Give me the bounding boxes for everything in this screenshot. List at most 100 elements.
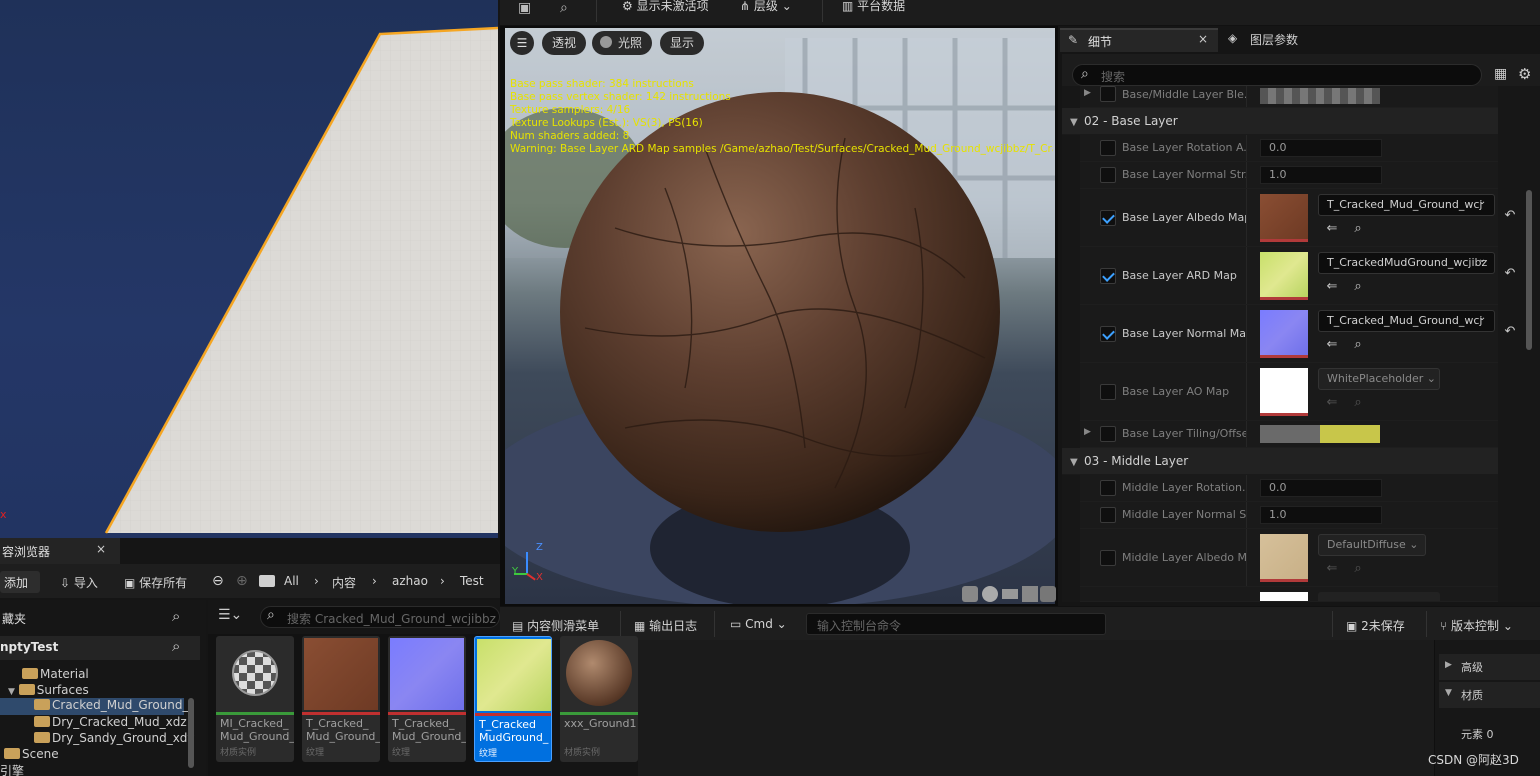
albedo-texture-dropdown[interactable]: T_Cracked_Mud_Ground_wcj	[1318, 194, 1495, 216]
browse-asset-icon[interactable]: ⌕	[1350, 279, 1366, 295]
tree-item-engine[interactable]: 引擎	[0, 762, 24, 776]
grid-view-icon[interactable]: ▦	[1494, 66, 1507, 82]
use-selected-icon[interactable]: ⇐	[1324, 221, 1340, 237]
filter-icon[interactable]: ☰⌄	[218, 607, 242, 623]
ard-texture-dropdown[interactable]: T_CrackedMudGround_wcjibz	[1318, 252, 1495, 274]
use-selected-icon[interactable]: ⇐	[1324, 395, 1340, 411]
browse-asset-icon[interactable]: ⌕	[1350, 337, 1366, 353]
tree-item-cracked-selected[interactable]: Cracked_Mud_Ground_	[0, 698, 189, 715]
base-normal-map-checkbox[interactable]	[1100, 326, 1116, 342]
back-button[interactable]: ⊖	[212, 573, 224, 589]
base-ao-checkbox[interactable]	[1100, 384, 1116, 400]
expand-arrow-icon[interactable]: ▶	[1084, 427, 1091, 437]
use-selected-icon[interactable]: ⇐	[1324, 337, 1340, 353]
details-search-input[interactable]: ⌕ 搜索	[1072, 64, 1482, 86]
layers-button[interactable]: ⋔ 层级 ⌄	[740, 0, 792, 14]
sphere-icon[interactable]	[982, 586, 998, 602]
gear-icon[interactable]: ⚙	[1518, 65, 1531, 83]
save-all-button[interactable]: ▣ 保存所有	[124, 574, 187, 591]
cylinder-icon[interactable]	[962, 586, 978, 602]
search-icon[interactable]: ⌕	[172, 637, 180, 655]
unsaved-button[interactable]: ▣ 2未保存	[1346, 617, 1405, 634]
show-button[interactable]: 显示	[660, 31, 705, 55]
next-dropdown[interactable]	[1318, 592, 1440, 601]
platform-data-button[interactable]: ▥ 平台数据	[842, 0, 905, 14]
middle-normal-strength-checkbox[interactable]	[1100, 507, 1116, 523]
cmd-dropdown[interactable]: ▭ Cmd ⌄	[730, 617, 787, 631]
breadcrumb-azhao[interactable]: azhao	[392, 574, 428, 588]
base-rotation-input[interactable]: 0.0	[1260, 139, 1382, 157]
tree-scrollbar[interactable]	[188, 698, 194, 768]
search-icon[interactable]: ⌕	[172, 607, 180, 625]
section-base-layer[interactable]: ▼ 02 - Base Layer	[1062, 108, 1498, 135]
content-drawer-button[interactable]: ▤ 内容侧滑菜单	[512, 617, 599, 634]
base-normal-strength-input[interactable]: 1.0	[1260, 166, 1382, 184]
base-rotation-checkbox[interactable]	[1100, 140, 1116, 156]
use-selected-icon[interactable]: ⇐	[1324, 279, 1340, 295]
tree-item-dry-sandy[interactable]: Dry_Sandy_Ground_xdy	[34, 731, 195, 745]
asset-tile-xxx-ground[interactable]: xxx_Ground1 材质实例	[560, 636, 638, 762]
tree-item-dry-cracked[interactable]: Dry_Cracked_Mud_xdz	[34, 715, 187, 729]
favorites-header[interactable]: 藏夹 ⌕	[0, 606, 200, 630]
asset-tile-t-cracked-albedo[interactable]: T_Cracked_ Mud_Ground_ 纹理	[302, 636, 380, 762]
middle-albedo-checkbox[interactable]	[1100, 550, 1116, 566]
ard-texture-thumbnail[interactable]	[1260, 252, 1308, 300]
forward-button[interactable]: ⊕	[236, 573, 248, 589]
middle-normal-strength-input[interactable]: 1.0	[1260, 506, 1382, 524]
tree-item-material[interactable]: Material	[22, 667, 89, 681]
output-log-button[interactable]: ▦ 输出日志	[634, 617, 697, 634]
section-middle-layer[interactable]: ▼ 03 - Middle Layer	[1062, 448, 1498, 475]
project-header[interactable]: nptyTest ⌕	[0, 636, 200, 660]
save-icon[interactable]: ▣	[518, 0, 531, 16]
breadcrumb-all[interactable]: All	[284, 574, 299, 588]
middle-albedo-thumbnail[interactable]	[1260, 534, 1308, 582]
asset-tile-t-cracked-normal[interactable]: T_Cracked_ Mud_Ground_ 纹理	[388, 636, 466, 762]
reset-arrow-icon[interactable]: ↶	[1502, 266, 1518, 282]
asset-tile-mi-cracked[interactable]: MI_Cracked_ Mud_Ground_ 材质实例	[216, 636, 294, 762]
details-scrollbar[interactable]	[1526, 190, 1532, 350]
base-albedo-checkbox[interactable]	[1100, 210, 1116, 226]
perspective-button[interactable]: 透视	[542, 31, 587, 55]
reset-arrow-icon[interactable]: ↶	[1502, 208, 1518, 224]
cube-icon[interactable]	[1022, 586, 1038, 602]
base-ard-checkbox[interactable]	[1100, 268, 1116, 284]
browse-asset-icon[interactable]: ⌕	[1350, 395, 1366, 411]
reset-arrow-icon[interactable]: ↶	[1502, 324, 1518, 340]
breadcrumb-content[interactable]: 内容	[332, 574, 356, 591]
middle-albedo-dropdown[interactable]: DefaultDiffuse ⌄	[1318, 534, 1426, 556]
albedo-texture-thumbnail[interactable]	[1260, 194, 1308, 242]
middle-rotation-checkbox[interactable]	[1100, 480, 1116, 496]
normal-texture-thumbnail[interactable]	[1260, 310, 1308, 358]
browse-asset-icon[interactable]: ⌕	[1350, 561, 1366, 577]
ao-texture-thumbnail[interactable]	[1260, 368, 1308, 416]
plane-icon[interactable]	[1002, 589, 1018, 599]
content-browser-tab[interactable]: 容浏览器 ×	[0, 538, 120, 564]
expand-arrow-icon[interactable]: ▶	[1084, 88, 1091, 98]
version-control-button[interactable]: ⑂ 版本控制 ⌄	[1440, 617, 1513, 634]
section-advanced[interactable]: ▶ 高级	[1439, 654, 1540, 680]
asset-tile-t-cracked-ard-selected[interactable]: T_Cracked MudGround_ 纹理	[474, 636, 552, 762]
use-selected-icon[interactable]: ⇐	[1324, 561, 1340, 577]
custom-mesh-icon[interactable]	[1040, 586, 1056, 602]
browse-icon[interactable]: ⌕	[560, 0, 568, 16]
close-tab-icon[interactable]: ×	[96, 542, 106, 556]
asset-search-input[interactable]: ⌕ 搜索 Cracked_Mud_Ground_wcjibbz	[260, 606, 500, 628]
tab-layer-params[interactable]: ◈ 图层参数	[1220, 28, 1380, 52]
import-button[interactable]: ⇩ 导入	[60, 574, 98, 591]
breadcrumb-test[interactable]: Test	[460, 574, 484, 588]
browse-asset-icon[interactable]: ⌕	[1350, 221, 1366, 237]
section-material[interactable]: ▼ 材质	[1439, 682, 1540, 708]
lit-button[interactable]: 光照	[592, 31, 653, 55]
base-tiling-checkbox[interactable]	[1100, 426, 1116, 442]
show-inactive-button[interactable]: ⚙ 显示未激活项	[622, 0, 709, 14]
add-button[interactable]: 添加	[0, 571, 40, 593]
middle-rotation-input[interactable]: 0.0	[1260, 479, 1382, 497]
preview-menu-button[interactable]: ☰	[510, 31, 534, 55]
override-checkbox[interactable]	[1100, 86, 1116, 102]
tab-details[interactable]: ✎ 细节 ×	[1060, 28, 1218, 52]
console-input[interactable]: 输入控制台命令	[806, 613, 1106, 635]
close-tab-icon[interactable]: ×	[1198, 32, 1208, 46]
base-normal-strength-checkbox[interactable]	[1100, 167, 1116, 183]
tree-item-surfaces[interactable]: ▼ Surfaces	[8, 683, 89, 697]
tree-item-scene[interactable]: Scene	[4, 747, 59, 761]
